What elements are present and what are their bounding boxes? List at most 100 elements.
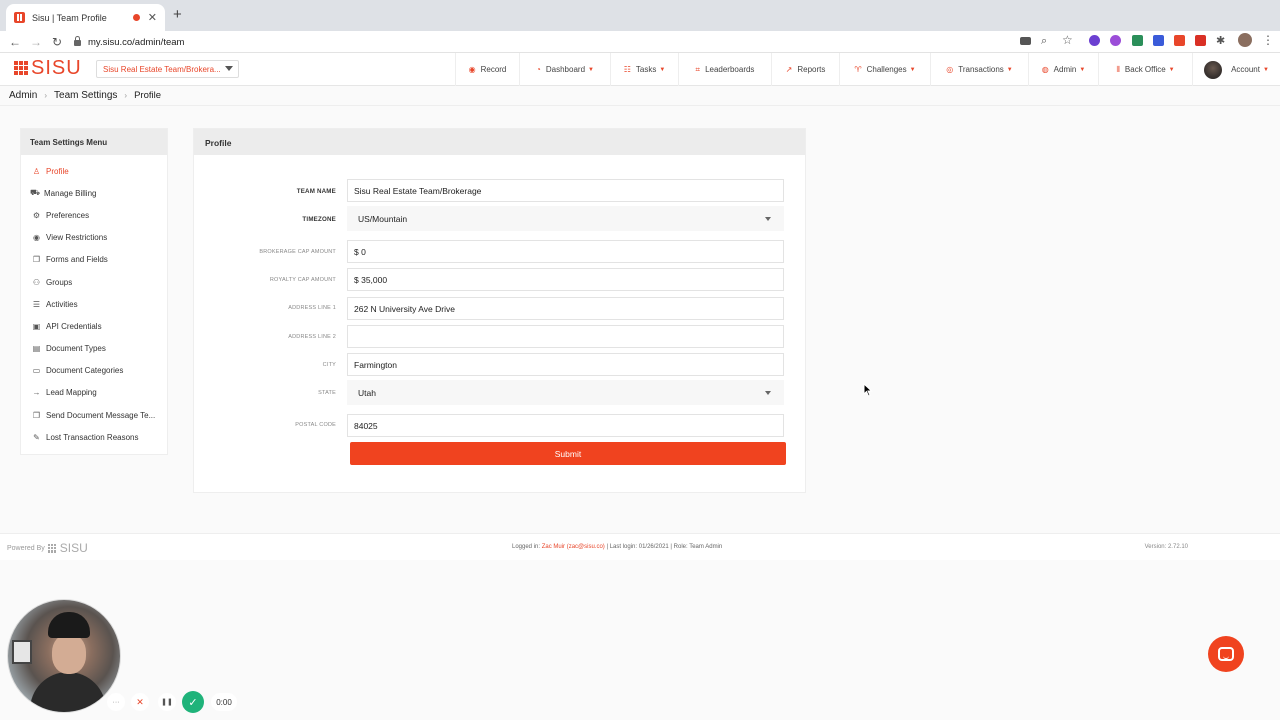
side-item-groups[interactable]: ⚇ Groups <box>32 275 72 289</box>
sisu-logo[interactable]: SISU <box>14 57 82 79</box>
team-selector[interactable]: Sisu Real Estate Team/Brokera... <box>96 60 239 78</box>
profile-avatar-icon[interactable] <box>1238 33 1252 47</box>
logo-text: SISU <box>31 57 82 79</box>
caret-down-icon: ▼ <box>659 66 666 73</box>
sisu-logo-icon <box>14 61 28 75</box>
url-field[interactable]: my.sisu.co/admin/team <box>74 33 1084 51</box>
side-item-api-credentials[interactable]: ▣ API Credentials <box>32 319 102 333</box>
timezone-label: TIMEZONE <box>302 216 336 223</box>
postal-code-field[interactable]: 84025 <box>347 414 784 437</box>
caret-down-icon: ▼ <box>1262 66 1269 73</box>
nav-back-office[interactable]: ⦀ Back Office ▼ <box>1098 53 1192 86</box>
side-item-send-document-message[interactable]: ❐ Send Document Message Te... <box>32 408 155 422</box>
chevron-down-icon <box>765 217 771 221</box>
side-item-label: Manage Billing <box>44 188 97 198</box>
breadcrumb-separator: › <box>44 91 48 100</box>
chevron-down-icon <box>765 391 771 395</box>
state-value: Utah <box>358 387 376 398</box>
brokerage-cap-field[interactable]: $ 0 <box>347 240 784 263</box>
side-item-document-types[interactable]: ▤ Document Types <box>32 341 106 355</box>
breadcrumb-profile: Profile <box>134 90 162 101</box>
nav-reports[interactable]: ↗ Reports <box>771 53 839 86</box>
nav-tasks[interactable]: ☷ Tasks ▼ <box>610 53 678 86</box>
nav-challenges[interactable]: ♈ Challenges ▼ <box>839 53 930 86</box>
extension-red-icon[interactable] <box>1174 35 1185 46</box>
recorder-more-button[interactable]: ··· <box>107 693 125 711</box>
copy-icon: ❐ <box>32 410 41 420</box>
new-tab-button[interactable]: + <box>173 7 182 22</box>
breadcrumb-team-settings[interactable]: Team Settings <box>54 90 117 101</box>
timezone-select[interactable]: US/Mountain <box>347 206 784 231</box>
recorder-done-button[interactable]: ✓ <box>182 691 204 713</box>
city-label: CITY <box>322 362 336 368</box>
side-item-view-restrictions[interactable]: ◉ View Restrictions <box>32 230 107 244</box>
state-label: STATE <box>318 390 336 396</box>
profile-card: Profile TEAM NAME Sisu Real Estate Team/… <box>193 128 806 493</box>
royalty-cap-field[interactable]: $ 35,000 <box>347 268 784 291</box>
nav-account-label: Account <box>1231 65 1260 74</box>
gear-icon: ⚙ <box>32 210 41 220</box>
camera-icon[interactable] <box>1020 37 1031 45</box>
submit-button[interactable]: Submit <box>350 442 786 465</box>
webcam-person-face <box>52 634 86 674</box>
chat-launcher-button[interactable] <box>1208 636 1244 672</box>
extension-blue-icon[interactable] <box>1153 35 1164 46</box>
side-item-label: Preferences <box>46 210 90 220</box>
nav-account[interactable]: Account ▼ <box>1192 53 1280 86</box>
team-name-field[interactable]: Sisu Real Estate Team/Brokerage <box>347 179 784 202</box>
address-line2-field[interactable] <box>347 325 784 348</box>
folder-icon: ▭ <box>32 365 41 375</box>
side-item-lost-transaction-reasons[interactable]: ✎ Lost Transaction Reasons <box>32 430 138 444</box>
caret-down-icon: ▼ <box>588 66 594 73</box>
forward-icon[interactable]: → <box>30 34 42 50</box>
side-item-document-categories[interactable]: ▭ Document Categories <box>32 363 124 377</box>
nav-leaderboards[interactable]: ⌗ Leaderboards <box>678 53 771 86</box>
extension-shield-icon[interactable] <box>1089 35 1100 46</box>
browser-tab[interactable]: Sisu | Team Profile ✕ <box>6 4 165 31</box>
last-login-info: | Last login: 01/26/2021 | Role: Team Ad… <box>606 544 723 550</box>
reload-icon[interactable]: ↻ <box>52 34 62 50</box>
leaderboard-icon: ⌗ <box>695 64 701 74</box>
side-menu-title: Team Settings Menu <box>21 129 167 155</box>
side-item-activities[interactable]: ☰ Activities <box>32 297 78 311</box>
nav-admin[interactable]: ◍ Admin ▼ <box>1028 53 1098 86</box>
side-item-profile[interactable]: ♙ Profile <box>32 164 69 178</box>
recorder-cancel-button[interactable]: ✕ <box>131 693 149 711</box>
address-line1-label: ADDRESS LINE 1 <box>288 305 336 311</box>
address-line1-field[interactable]: 262 N University Ave Drive <box>347 297 784 320</box>
state-select[interactable]: Utah <box>347 380 784 405</box>
nav-record-label: Record <box>480 65 507 74</box>
extensions-puzzle-icon[interactable]: ✱ <box>1216 33 1225 49</box>
breadcrumb-separator: › <box>124 91 128 100</box>
zoom-icon[interactable]: ⌕ <box>1041 33 1047 49</box>
side-item-manage-billing[interactable]: ⛟ Manage Billing <box>30 186 96 200</box>
nav-transactions[interactable]: ◎ Transactions ▼ <box>930 53 1028 86</box>
avatar <box>1204 60 1223 79</box>
back-icon[interactable]: ← <box>9 34 21 50</box>
caret-down-icon: ▼ <box>1079 66 1086 73</box>
close-tab-icon[interactable]: ✕ <box>148 11 157 24</box>
side-item-forms-and-fields[interactable]: ❐ Forms and Fields <box>32 252 108 266</box>
team-name-value: Sisu Real Estate Team/Brokerage <box>354 185 482 196</box>
city-field[interactable]: Farmington <box>347 353 784 376</box>
recorder-pause-button[interactable]: ❚❚ <box>158 693 176 711</box>
bookmark-star-icon[interactable]: ☆ <box>1062 32 1073 48</box>
extension-pdf-icon[interactable] <box>1195 35 1206 46</box>
timezone-value: US/Mountain <box>358 213 408 224</box>
browser-menu-icon[interactable]: ⋮ <box>1262 32 1274 48</box>
side-item-lead-mapping[interactable]: → Lead Mapping <box>32 385 97 399</box>
extension-settings-icon[interactable] <box>1110 35 1121 46</box>
address-bar: ← → ↻ my.sisu.co/admin/team <box>0 31 1280 53</box>
logged-in-user-link[interactable]: Zac Muir (zac@sisu.co) <box>542 544 605 550</box>
extension-sheets-icon[interactable] <box>1132 35 1143 46</box>
side-item-label: Document Types <box>46 343 106 353</box>
record-icon: ◉ <box>468 65 476 74</box>
nav-record[interactable]: ◉ Record <box>455 53 519 86</box>
side-item-label: Document Categories <box>46 365 124 375</box>
nav-dashboard[interactable]: ◔ Dashboard ▼ <box>519 53 610 86</box>
breadcrumb-admin[interactable]: Admin <box>9 90 37 101</box>
nav-dashboard-label: Dashboard <box>545 65 586 74</box>
royalty-cap-value: $ 35,000 <box>354 274 388 285</box>
side-item-preferences[interactable]: ⚙ Preferences <box>32 208 89 222</box>
side-item-label: Lead Mapping <box>46 387 97 397</box>
